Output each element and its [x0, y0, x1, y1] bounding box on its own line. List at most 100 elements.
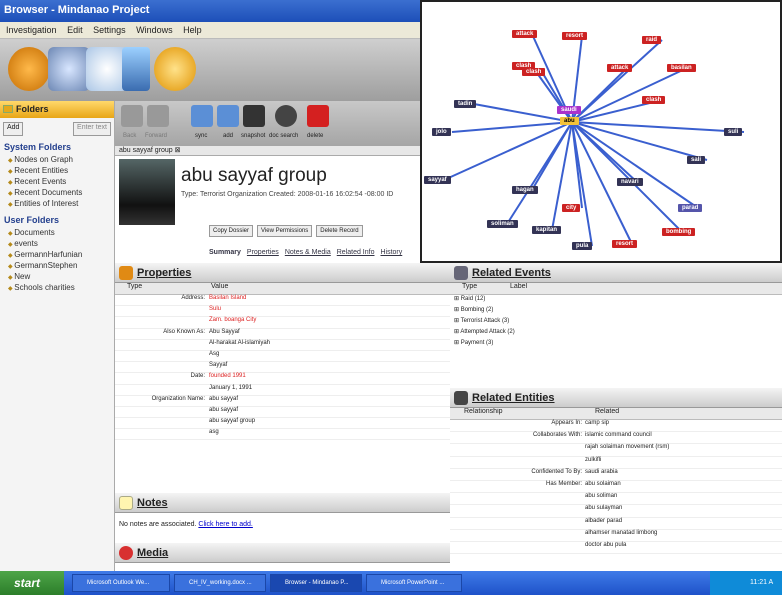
related-entity[interactable]: camp sip — [585, 420, 609, 431]
notes-header[interactable]: Notes — [115, 493, 450, 513]
entity-row[interactable]: alhamser manatad limbong — [450, 530, 782, 542]
delete-icon[interactable] — [307, 105, 329, 127]
graph-node[interactable]: kapitan — [532, 226, 562, 234]
tab-properties[interactable]: Properties — [247, 249, 279, 256]
entity-row[interactable]: abu sulayman — [450, 505, 782, 518]
menu-edit[interactable]: Edit — [67, 25, 83, 35]
delete-record-button[interactable]: Delete Record — [316, 225, 363, 237]
graph-node[interactable]: navari — [617, 178, 643, 186]
folder-item[interactable]: Recent Events — [0, 176, 114, 187]
related-entity[interactable]: albader parad — [585, 518, 622, 529]
graph-node[interactable]: hagan — [512, 186, 538, 194]
tab-related-info[interactable]: Related Info — [337, 249, 375, 256]
entity-row[interactable]: Confidented To By: saudi arabia — [450, 469, 782, 481]
sync-icon[interactable] — [191, 105, 213, 127]
network-icon[interactable] — [48, 47, 90, 91]
entity-row[interactable]: rajah solaiman movement (rsm) — [450, 444, 782, 457]
link-analysis-graph[interactable]: abu attack resort raid clash attack basilan cla… — [420, 0, 782, 263]
folder-item[interactable]: New — [0, 271, 114, 282]
entities-header[interactable]: Related Entities — [450, 388, 782, 408]
related-entity[interactable]: rajah solaiman movement (rsm) — [585, 444, 669, 455]
add-note-link[interactable]: Click here to add. — [198, 521, 252, 528]
entity-row[interactable]: Appears In: camp sip — [450, 420, 782, 433]
folder-item[interactable]: Schools charities — [0, 282, 114, 293]
folder-item[interactable]: Documents — [0, 227, 114, 238]
tab-history[interactable]: History — [380, 249, 402, 256]
close-icon[interactable]: ⊠ — [175, 147, 181, 154]
related-entity[interactable]: islamic command council — [585, 432, 652, 443]
folder-filter-input[interactable]: Enter text — [73, 122, 111, 136]
entity-row[interactable]: doctor abu pula — [450, 542, 782, 555]
menu-investigation[interactable]: Investigation — [6, 25, 57, 35]
graph-node[interactable]: sayyaf — [424, 176, 451, 184]
graph-node[interactable]: attack — [607, 64, 633, 72]
graph-node[interactable]: parad — [678, 204, 703, 212]
graph-node[interactable]: attack — [512, 30, 538, 38]
properties-header[interactable]: Properties — [115, 263, 450, 283]
forward-icon[interactable] — [147, 105, 169, 127]
related-entity[interactable]: abu soliman — [585, 493, 617, 504]
menu-settings[interactable]: Settings — [93, 25, 126, 35]
entity-row[interactable]: Has Member: abu solaiman — [450, 481, 782, 494]
related-entity[interactable]: zulkifli — [585, 457, 601, 468]
entity-row[interactable]: abu soliman — [450, 493, 782, 506]
tab-notes-media[interactable]: Notes & Media — [285, 249, 331, 256]
graph-node[interactable]: resort — [612, 240, 638, 248]
entity-row[interactable]: Collaborates With: islamic command counci… — [450, 432, 782, 445]
related-entity[interactable]: doctor abu pula — [585, 542, 626, 553]
entity-tab[interactable]: abu sayyaf group — [119, 147, 173, 154]
graph-node[interactable]: saudi — [557, 106, 581, 114]
related-entity[interactable]: abu solaiman — [585, 481, 621, 492]
graph-node[interactable]: tadin — [454, 100, 477, 108]
copy-dossier-button[interactable]: Copy Dossier — [209, 225, 254, 237]
graph-node[interactable]: soliman — [487, 220, 518, 228]
menu-windows[interactable]: Windows — [136, 25, 173, 35]
graph-node[interactable]: sali — [687, 156, 706, 164]
event-row[interactable]: Terrorist Attack (3) — [450, 317, 782, 328]
tab-summary[interactable]: Summary — [209, 249, 241, 256]
graph-node-center[interactable]: abu — [560, 117, 579, 125]
taskbar-item[interactable]: Microsoft Outlook We... — [72, 574, 170, 592]
graph-node[interactable]: clash — [522, 68, 546, 76]
folder-item[interactable]: Recent Entities — [0, 165, 114, 176]
view-permissions-button[interactable]: View Permissions — [257, 225, 313, 237]
entity-row[interactable]: zulkifli — [450, 457, 782, 469]
folder-item[interactable]: events — [0, 238, 114, 249]
related-entity[interactable]: saudi arabia — [585, 469, 618, 480]
folder-item[interactable]: Recent Documents — [0, 187, 114, 198]
related-entity[interactable]: alhamser manatad limbong — [585, 530, 657, 541]
taskbar-item[interactable]: CH_IV_working.docx ... — [174, 574, 266, 592]
graph-node[interactable]: raid — [642, 36, 662, 44]
add-folder-button[interactable]: Add — [3, 122, 24, 136]
taskbar-item[interactable]: Microsoft PowerPoint ... — [366, 574, 462, 592]
taskbar-item[interactable]: Browser - Mindanao P... — [270, 574, 362, 592]
events-header[interactable]: Related Events — [450, 263, 782, 283]
graph-node[interactable]: pula — [572, 242, 593, 250]
entity-row[interactable]: albader parad — [450, 518, 782, 530]
graph-node[interactable]: resort — [562, 32, 588, 40]
user-icon[interactable] — [8, 47, 50, 91]
user-folders-title[interactable]: User Folders — [0, 213, 114, 227]
folder-item[interactable]: GermannStephen — [0, 260, 114, 271]
event-row[interactable]: Bombing (2) — [450, 306, 782, 317]
add-icon[interactable] — [217, 105, 239, 127]
snapshot-icon[interactable] — [243, 105, 265, 127]
system-folders-title[interactable]: System Folders — [0, 140, 114, 154]
event-row[interactable]: Payment (3) — [450, 339, 782, 350]
graph-node[interactable]: basilan — [667, 64, 696, 72]
back-icon[interactable] — [121, 105, 143, 127]
folder-item[interactable]: Entities of Interest — [0, 198, 114, 209]
menu-help[interactable]: Help — [183, 25, 202, 35]
graph-node[interactable]: city — [562, 204, 581, 212]
graph-node[interactable]: suli — [724, 128, 743, 136]
related-entity[interactable]: abu sulayman — [585, 505, 622, 516]
graph-node[interactable]: bombing — [662, 228, 696, 236]
media-header[interactable]: Media — [115, 543, 450, 563]
graph-node[interactable]: jolo — [432, 128, 451, 136]
folder-item[interactable]: GermannHarfunian — [0, 249, 114, 260]
event-row[interactable]: Raid (12) — [450, 295, 782, 306]
trash-icon[interactable] — [122, 47, 150, 91]
start-button[interactable]: start — [0, 571, 64, 595]
folder-item[interactable]: Nodes on Graph — [0, 154, 114, 165]
info-icon[interactable] — [154, 47, 196, 91]
